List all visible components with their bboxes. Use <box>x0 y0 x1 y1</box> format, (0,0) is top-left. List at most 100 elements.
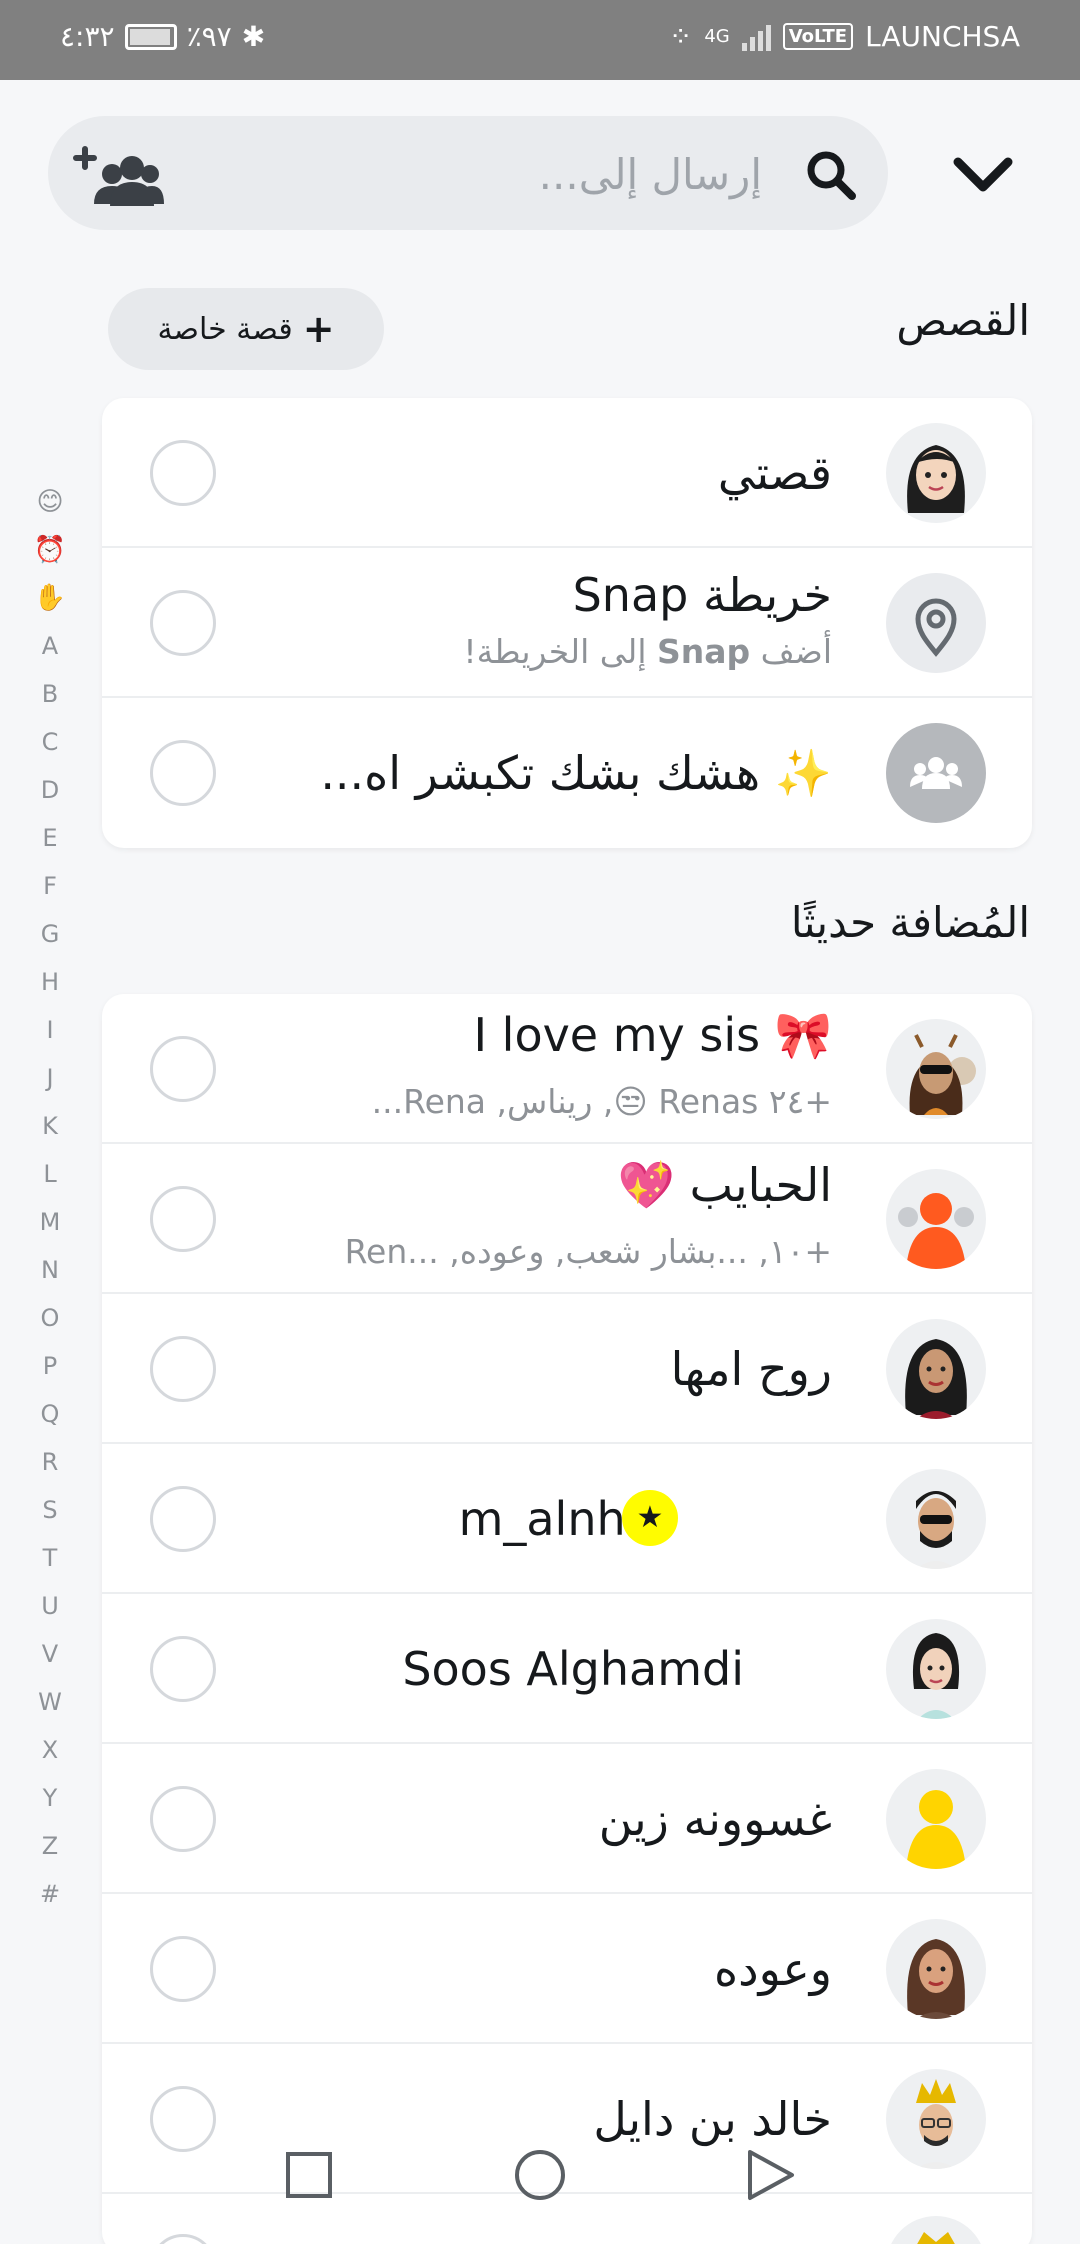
battery-icon <box>124 23 177 50</box>
back-icon[interactable] <box>734 2140 806 2212</box>
select-radio[interactable] <box>150 1636 216 1702</box>
avatar <box>886 1619 986 1719</box>
snap-map-title: خريطة Snap <box>572 568 832 622</box>
select-radio[interactable] <box>150 1486 216 1552</box>
list-item[interactable]: ✨ هشك بشك تكبشر اه... <box>102 698 1032 848</box>
list-item[interactable]: Soos Alghamdi <box>102 1594 1032 1744</box>
carrier-name: LAUNCHSA <box>865 20 1020 53</box>
alphabet-index-item[interactable]: G <box>28 910 72 958</box>
alphabet-index-item[interactable]: L <box>28 1150 72 1198</box>
search-icon <box>807 151 856 200</box>
alphabet-index-item[interactable]: C <box>28 718 72 766</box>
recent-section-title: المُضافة حديثًا <box>790 898 1030 947</box>
group-title: I love my sis 🎀 <box>473 1008 832 1062</box>
select-radio[interactable] <box>150 1336 216 1402</box>
alphabet-index-item[interactable]: ⏰ <box>28 526 72 574</box>
alphabet-index[interactable]: 😊 ⏰ ✋ A B C D E F G H I J K L M N O P Q R S T U V W X Y Z # <box>28 478 72 1918</box>
avatar <box>886 1019 986 1119</box>
list-item[interactable]: روح امها <box>102 1294 1032 1444</box>
alphabet-index-item[interactable]: M <box>28 1198 72 1246</box>
best-friend-star-icon <box>622 1490 678 1546</box>
avatar <box>886 1919 986 2019</box>
alphabet-index-item[interactable]: A <box>28 622 72 670</box>
alphabet-index-item[interactable]: Z <box>28 1822 72 1870</box>
alphabet-index-item[interactable]: B <box>28 670 72 718</box>
group-members: +١٠, ...بشار شعب, وعوده, ...Ren <box>344 1232 832 1271</box>
plus-icon: + <box>302 307 335 351</box>
volte-badge: VoLTE <box>782 23 854 50</box>
contact-name: روح امها <box>670 1342 832 1396</box>
alphabet-index-item[interactable]: P <box>28 1342 72 1390</box>
private-story-button[interactable]: + قصة خاصة <box>108 288 384 370</box>
alphabet-index-item[interactable]: ✋ <box>28 574 72 622</box>
alphabet-index-item[interactable]: Q <box>28 1390 72 1438</box>
search-bar[interactable]: إرسال إلى... <box>48 116 888 230</box>
add-friends-icon[interactable] <box>72 144 164 208</box>
select-radio[interactable] <box>150 440 216 506</box>
alphabet-index-item[interactable]: Y <box>28 1774 72 1822</box>
avatar <box>886 1169 986 1269</box>
private-story-label: قصة خاصة <box>157 311 293 347</box>
list-item[interactable]: خريطة Snap أضف Snap إلى الخريطة! <box>102 548 1032 698</box>
select-radio[interactable] <box>150 1186 216 1252</box>
contact-name: خالد بن دايل <box>593 2092 832 2146</box>
alphabet-index-item[interactable]: U <box>28 1582 72 1630</box>
alphabet-index-item[interactable]: T <box>28 1534 72 1582</box>
alphabet-index-item[interactable]: X <box>28 1726 72 1774</box>
recent-apps-icon[interactable] <box>272 2140 344 2212</box>
list-item[interactable]: غسوونه زين <box>102 1744 1032 1894</box>
chevron-down-icon[interactable] <box>948 138 1018 208</box>
contact-name: Soos Alghamdi <box>402 1642 744 1696</box>
select-radio[interactable] <box>150 1936 216 2002</box>
status-right: ⁘ 4G VoLTE LAUNCHSA <box>669 20 1020 53</box>
alphabet-index-item[interactable]: D <box>28 766 72 814</box>
select-radio[interactable] <box>150 740 216 806</box>
alphabet-index-item[interactable]: 😊 <box>28 478 72 526</box>
home-icon[interactable] <box>504 2140 576 2212</box>
avatar <box>886 1769 986 1869</box>
alphabet-index-item[interactable]: # <box>28 1870 72 1918</box>
list-item[interactable]: I love my sis 🎀 +٢٤ Renas 😒, ريناس, Rena… <box>102 994 1032 1144</box>
alphabet-index-item[interactable]: O <box>28 1294 72 1342</box>
group-story-title: ✨ هشك بشك تكبشر اه... <box>320 746 832 800</box>
list-item[interactable]: قصتي <box>102 398 1032 548</box>
alphabet-index-item[interactable]: V <box>28 1630 72 1678</box>
alphabet-index-item[interactable]: H <box>28 958 72 1006</box>
bluetooth-icon: ✱ <box>241 20 266 53</box>
group-icon <box>886 723 986 823</box>
recent-card: I love my sis 🎀 +٢٤ Renas 😒, ريناس, Rena… <box>102 994 1032 2244</box>
alphabet-index-item[interactable]: S <box>28 1486 72 1534</box>
contact-name: غسوونه زين <box>598 1792 832 1846</box>
system-nav-bar <box>0 2140 1080 2244</box>
search-input[interactable]: إرسال إلى... <box>539 150 762 199</box>
stories-card: قصتي خريطة Snap أضف Snap إلى الخريطة! ✨ … <box>102 398 1032 848</box>
avatar <box>886 423 986 523</box>
status-left: ٤:٣٢ ٪٩٧ ✱ <box>60 20 265 53</box>
stories-section-title: القصص <box>896 296 1030 345</box>
status-bar: ٤:٣٢ ٪٩٧ ✱ ⁘ 4G VoLTE LAUNCHSA <box>0 0 1080 80</box>
battery-level: ٪٩٧ <box>186 20 232 53</box>
dots-icon: ⁘ <box>668 20 693 53</box>
network-type: 4G <box>704 26 730 47</box>
alphabet-index-item[interactable]: N <box>28 1246 72 1294</box>
list-item[interactable]: الحبايب 💖 +١٠, ...بشار شعب, وعوده, ...Re… <box>102 1144 1032 1294</box>
alphabet-index-item[interactable]: R <box>28 1438 72 1486</box>
group-title: الحبايب 💖 <box>617 1158 832 1212</box>
map-pin-icon <box>886 573 986 673</box>
select-radio[interactable] <box>150 1786 216 1852</box>
group-members: +٢٤ Renas 😒, ريناس, Rena... <box>371 1082 832 1121</box>
avatar <box>886 1319 986 1419</box>
select-radio[interactable] <box>150 590 216 656</box>
list-item[interactable]: m_alnhet <box>102 1444 1032 1594</box>
story-title: قصتي <box>717 446 832 500</box>
list-item[interactable]: وعوده <box>102 1894 1032 2044</box>
status-time: ٤:٣٢ <box>60 20 115 53</box>
alphabet-index-item[interactable]: I <box>28 1006 72 1054</box>
alphabet-index-item[interactable]: F <box>28 862 72 910</box>
contact-name: وعوده <box>713 1942 832 1996</box>
alphabet-index-item[interactable]: W <box>28 1678 72 1726</box>
alphabet-index-item[interactable]: J <box>28 1054 72 1102</box>
alphabet-index-item[interactable]: K <box>28 1102 72 1150</box>
alphabet-index-item[interactable]: E <box>28 814 72 862</box>
select-radio[interactable] <box>150 1036 216 1102</box>
